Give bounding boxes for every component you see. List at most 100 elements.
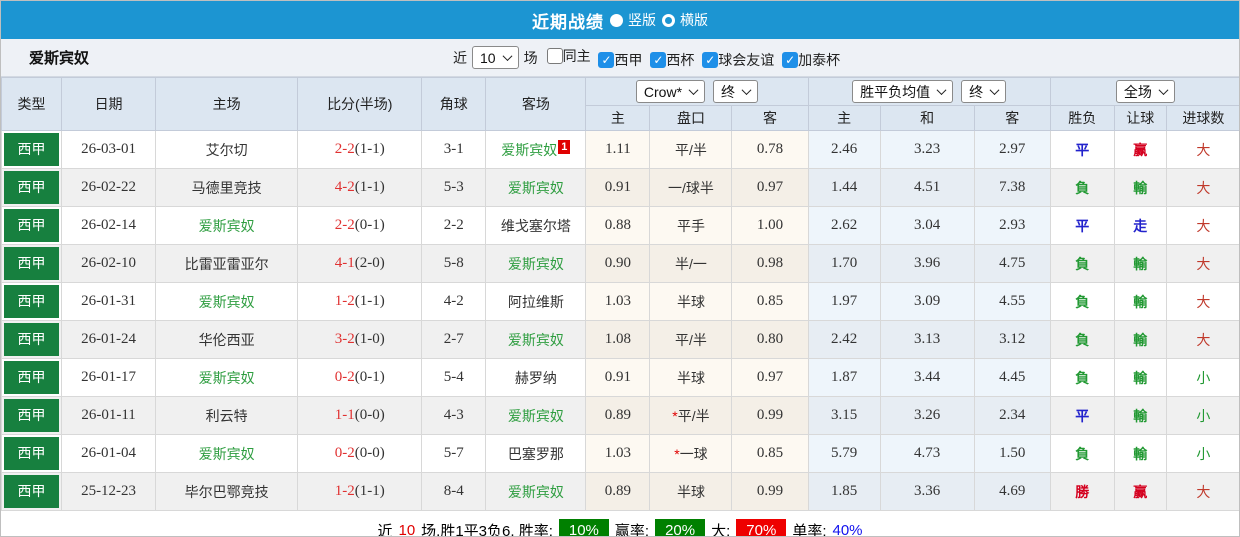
checkbox-icon[interactable]: ✓ [650, 51, 667, 68]
goals-text: 小 [1196, 407, 1211, 424]
col-header-corner: 角球 [421, 77, 487, 131]
cell-result: 負 [1049, 320, 1115, 359]
odds-source-select[interactable]: Crow* [635, 80, 706, 103]
filter-checkbox[interactable]: ✓ 西杯 [650, 50, 694, 70]
score-fulltime: 1-1 [334, 407, 355, 423]
result-text: 負 [1075, 179, 1090, 196]
handicap-result-text: 輸 [1133, 445, 1148, 462]
cell-home-team[interactable]: 马德里竞技 [155, 168, 299, 207]
cell-date: 26-03-01 [61, 130, 157, 169]
league-badge: 西甲 [4, 475, 60, 508]
cell-handicap: 半球 [649, 358, 733, 397]
goals-text: 大 [1196, 293, 1211, 310]
chevron-down-icon [741, 85, 752, 96]
table-row: 西甲 26-01-31 爱斯宾奴 1-2(1-1) 4-2 阿拉维斯 1.03 … [1, 282, 1239, 321]
filter-checkbox[interactable]: ✓ 加泰杯 [782, 50, 840, 70]
match-count-value: 10 [480, 49, 496, 66]
cell-handicap: *平/半 [649, 396, 733, 435]
cell-odds-home: 0.89 [585, 472, 651, 511]
cell-away-team[interactable]: 爱斯宾奴 [485, 472, 587, 511]
league-badge: 西甲 [4, 361, 60, 394]
cell-home-team[interactable]: 比雷亚雷亚尔 [155, 244, 299, 283]
result-text: 勝 [1075, 483, 1090, 500]
filter-checkbox[interactable]: ✓ 西甲 [598, 50, 642, 70]
handicap-text: 一/球半 [668, 179, 714, 196]
scope-value: 全场 [1123, 83, 1152, 100]
cell-away-team[interactable]: 爱斯宾奴 [485, 396, 587, 435]
layout-radio-horizontal[interactable] [662, 13, 675, 27]
checkbox-icon[interactable]: ✓ [782, 51, 799, 68]
cell-odds-away: 0.85 [731, 282, 809, 321]
layout-radio-vertical-label[interactable]: 竖版 [628, 10, 656, 30]
scope-select[interactable]: 全场 [1115, 80, 1175, 103]
summary-text: 近 [377, 522, 393, 537]
cell-score: 1-2(1-1) [297, 282, 423, 321]
cell-home-team[interactable]: 毕尔巴鄂竞技 [155, 472, 299, 511]
checkbox-icon[interactable]: ✓ [598, 51, 615, 68]
cell-result: 負 [1049, 358, 1115, 397]
scope-group-header: 全场 [1049, 77, 1239, 106]
result-text: 負 [1075, 331, 1090, 348]
cell-league: 西甲 [1, 282, 63, 321]
games-label: 场 [523, 49, 538, 66]
checkbox-icon[interactable] [546, 47, 563, 64]
summary-text: 40% [832, 521, 863, 537]
cell-home-team[interactable]: 利云特 [155, 396, 299, 435]
cell-away-team[interactable]: 爱斯宾奴 [485, 244, 587, 283]
avg-source-select[interactable]: 胜平负均值 [852, 80, 954, 103]
cell-home-team[interactable]: 爱斯宾奴 [155, 206, 299, 245]
cell-away-team[interactable]: 爱斯宾奴 [485, 168, 587, 207]
layout-radio-vertical[interactable] [610, 13, 623, 27]
col-header-score: 比分(半场) [297, 77, 423, 131]
score-fulltime: 1-2 [334, 483, 355, 499]
cell-date: 26-02-22 [61, 168, 157, 207]
table-row: 西甲 26-03-01 艾尔切 2-2(1-1) 3-1 爱斯宾奴 1 1.11 … [1, 130, 1239, 169]
score-halftime: (0-0) [354, 407, 385, 423]
cell-home-team[interactable]: 爱斯宾奴 [155, 358, 299, 397]
col-header-odds-away: 客 [731, 105, 809, 131]
cell-away-team[interactable]: 维戈塞尔塔 [485, 206, 587, 245]
filter-checkbox[interactable]: 同主 [546, 46, 591, 66]
match-count-select[interactable]: 10 [472, 46, 519, 69]
layout-radio-horizontal-label[interactable]: 横版 [680, 10, 708, 30]
cell-home-team[interactable]: 华伦西亚 [155, 320, 299, 359]
col-header-type: 类型 [1, 77, 63, 131]
cell-away-team[interactable]: 阿拉维斯 [485, 282, 587, 321]
handicap-result-text: 輸 [1133, 179, 1148, 196]
cell-corners: 5-3 [421, 168, 487, 207]
away-team-name: 爱斯宾奴 [507, 255, 564, 272]
cell-avg-home: 1.87 [807, 358, 881, 397]
cell-away-team[interactable]: 巴塞罗那 [485, 434, 587, 473]
score-halftime: (0-1) [354, 217, 385, 233]
score-halftime: (1-0) [354, 331, 385, 347]
cell-away-team[interactable]: 爱斯宾奴 1 [485, 130, 587, 169]
away-team-name: 爱斯宾奴 [507, 483, 564, 500]
cell-handicap: 一/球半 [649, 168, 733, 207]
score-fulltime: 0-2 [334, 369, 355, 385]
cell-home-team[interactable]: 爱斯宾奴 [155, 282, 299, 321]
score-halftime: (0-0) [354, 445, 385, 461]
handicap-text: 半球 [676, 483, 705, 500]
summary-badge: 20% [655, 518, 706, 536]
filter-checkbox[interactable]: ✓ 球会友谊 [702, 50, 774, 70]
table-row: 西甲 26-01-17 爱斯宾奴 0-2(0-1) 5-4 赫罗纳 0.91 半… [1, 358, 1239, 397]
cell-corners: 3-1 [421, 130, 487, 169]
cell-home-team[interactable]: 爱斯宾奴 [155, 434, 299, 473]
cell-corners: 2-7 [421, 320, 487, 359]
cell-avg-draw: 3.09 [879, 282, 975, 321]
handicap-result-text: 輸 [1133, 293, 1148, 310]
score-halftime: (2-0) [354, 255, 385, 271]
cell-result: 負 [1049, 168, 1115, 207]
odds-time-select[interactable]: 终 [713, 80, 759, 103]
cell-away-team[interactable]: 赫罗纳 [485, 358, 587, 397]
goals-text: 小 [1196, 445, 1211, 462]
checkbox-icon[interactable]: ✓ [702, 51, 719, 68]
cell-home-team[interactable]: 艾尔切 [155, 130, 299, 169]
cell-date: 26-01-24 [61, 320, 157, 359]
cell-avg-away: 4.69 [973, 472, 1051, 511]
cell-odds-home: 0.91 [585, 358, 651, 397]
cell-avg-draw: 3.96 [879, 244, 975, 283]
avg-time-select[interactable]: 终 [961, 80, 1007, 103]
cell-away-team[interactable]: 爱斯宾奴 [485, 320, 587, 359]
cell-avg-away: 4.45 [973, 358, 1051, 397]
